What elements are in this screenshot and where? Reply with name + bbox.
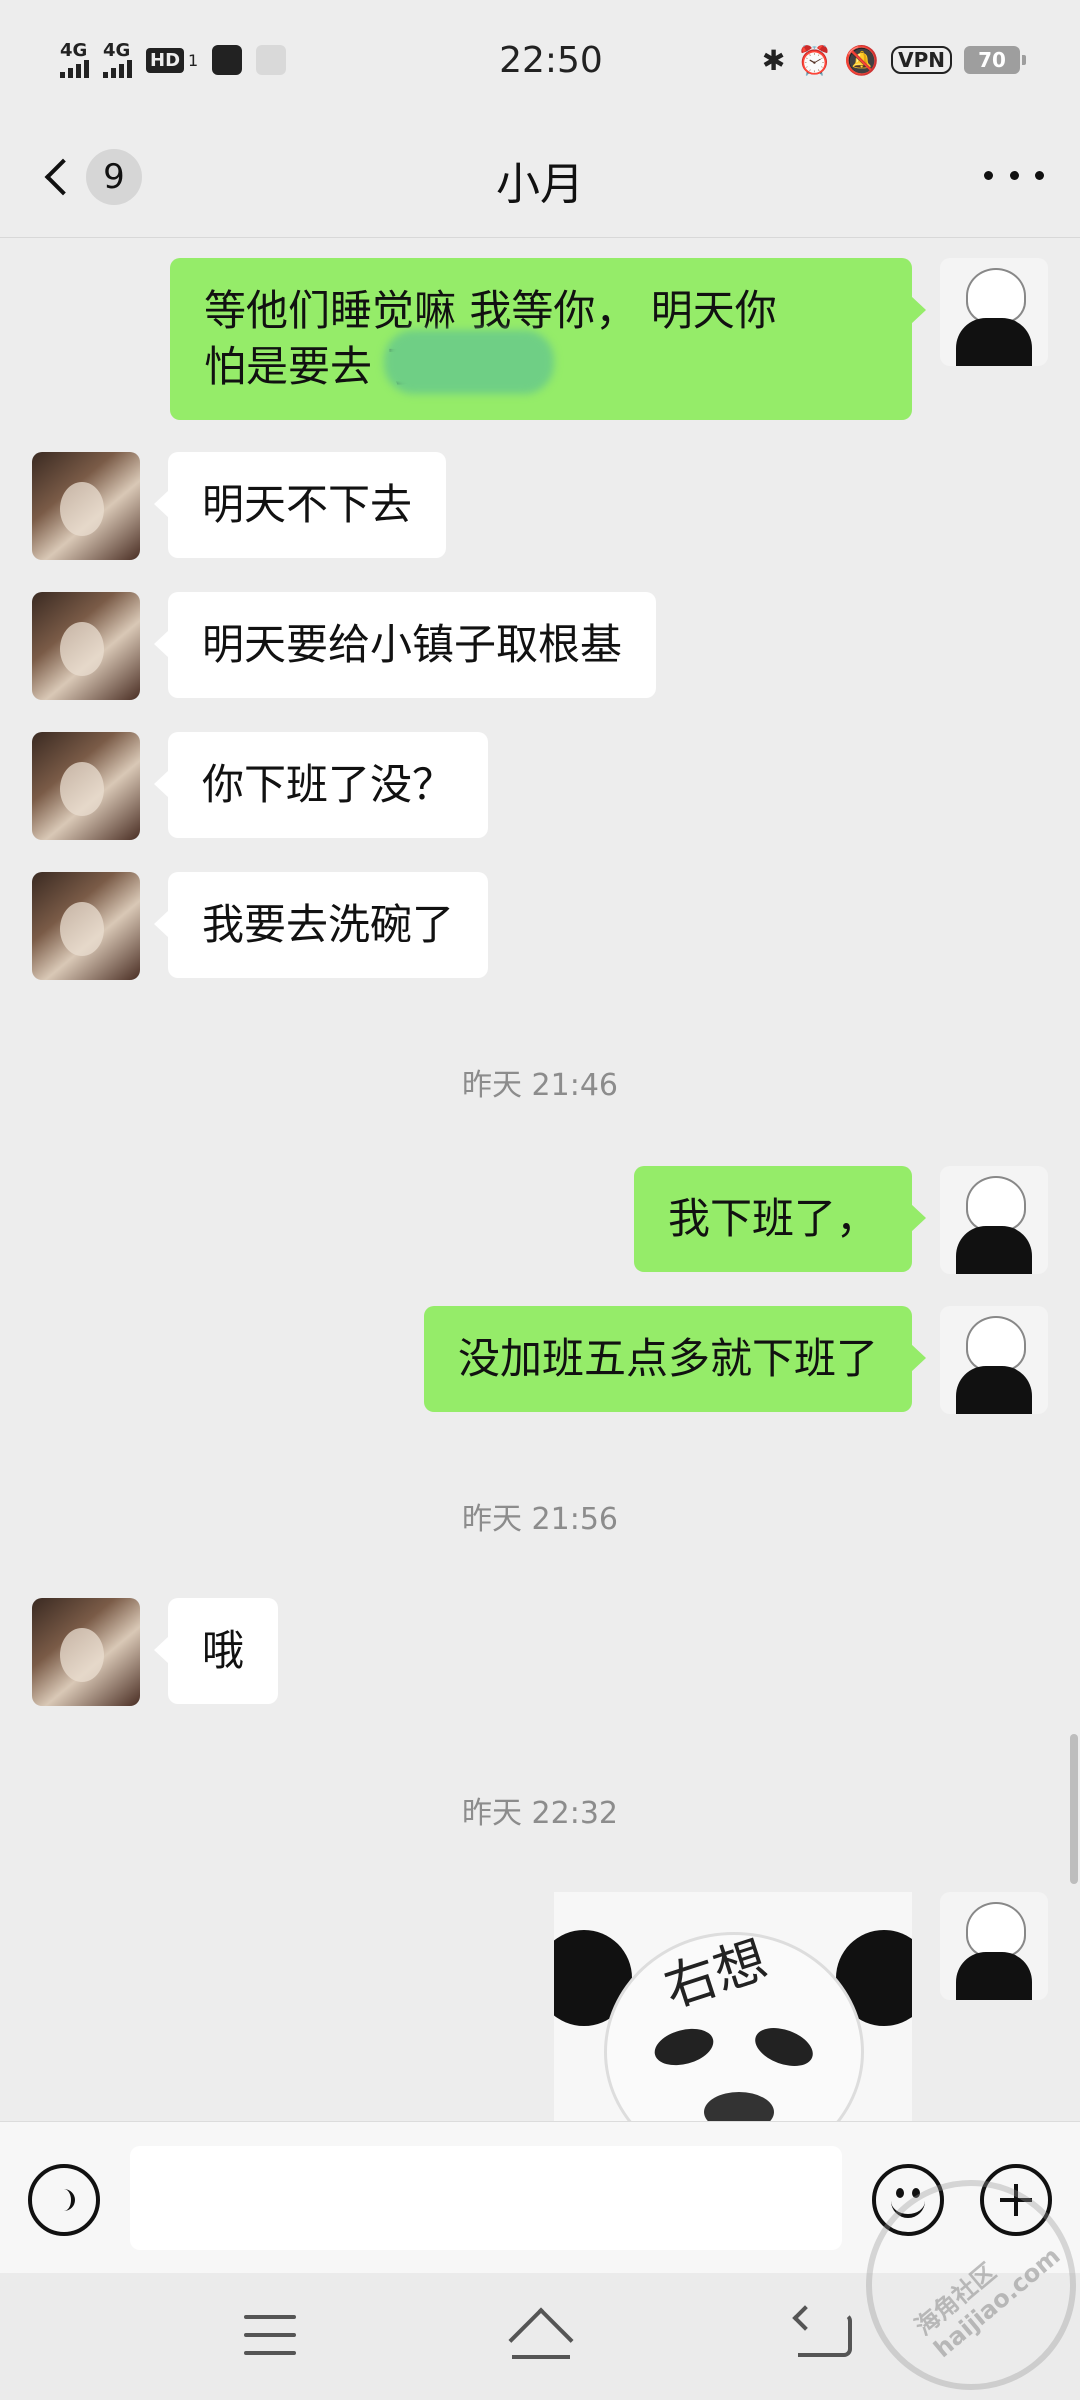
my-avatar[interactable] xyxy=(940,1306,1048,1414)
message-bubble[interactable]: 明天不下去 xyxy=(153,452,447,558)
message-outgoing[interactable]: 等他们睡觉嘛 我等你， 明天你 怕是要去 了 xyxy=(170,258,1048,420)
more-icon xyxy=(984,170,993,180)
message-bubble[interactable]: 哦 xyxy=(153,1598,279,1704)
notification-bag-icon xyxy=(212,45,243,75)
scrollbar[interactable] xyxy=(1070,1734,1078,1884)
sim-index: 1 xyxy=(188,50,199,70)
message-bubble[interactable]: 我下班了， xyxy=(633,1166,927,1272)
home-icon[interactable] xyxy=(506,2307,576,2373)
my-avatar[interactable] xyxy=(940,1166,1048,1274)
timestamp: 昨天 21:56 xyxy=(462,1502,618,1537)
message-outgoing[interactable]: 没加班五点多就下班了 xyxy=(423,1306,1048,1414)
my-avatar[interactable] xyxy=(940,1892,1048,2000)
message-bubble[interactable]: 你下班了没？ xyxy=(153,732,489,838)
panda-sticker[interactable]: 右想 xyxy=(554,1892,912,2121)
message-bubble[interactable]: 等他们睡觉嘛 我等你， 明天你 怕是要去 了 xyxy=(170,258,926,420)
mute-icon: 🔕 xyxy=(844,43,880,77)
timestamp: 昨天 21:46 xyxy=(462,1068,618,1103)
signal-bars-icon xyxy=(103,60,132,78)
signal-4g-1: 4G xyxy=(60,42,89,78)
alarm-icon: ⏰ xyxy=(797,43,833,77)
message-input[interactable] xyxy=(130,2146,842,2250)
message-bubble[interactable]: 明天要给小镇子取根基 xyxy=(153,592,657,698)
network-label-2: 4G xyxy=(103,40,131,61)
contact-avatar[interactable] xyxy=(32,1598,140,1706)
voice-icon xyxy=(53,2189,75,2211)
message-incoming[interactable]: 哦 xyxy=(32,1598,279,1706)
clock: 22:50 xyxy=(499,39,603,81)
status-bar: 4G 4G HD 1 22:50 ✱ ⏰ 🔕 VPN 70 xyxy=(0,0,1080,120)
message-text-line: 等他们睡觉嘛 我等你， 明天你 xyxy=(204,286,777,335)
message-outgoing-sticker[interactable]: 右想 xyxy=(554,1892,1048,2121)
timestamp: 昨天 22:32 xyxy=(462,1796,618,1831)
chat-header: 9 小月 xyxy=(0,120,1080,238)
watermark-text: 海角社区 haijiao.com xyxy=(909,2241,1066,2364)
network-label-1: 4G xyxy=(60,40,88,61)
message-bubble[interactable]: 我要去洗碗了 xyxy=(153,872,489,978)
contact-avatar[interactable] xyxy=(32,452,140,560)
status-bar-left: 4G 4G HD 1 xyxy=(60,42,440,78)
contact-avatar[interactable] xyxy=(32,592,140,700)
signal-bars-icon xyxy=(60,60,89,78)
notification-app-icon xyxy=(256,45,287,75)
message-list[interactable]: 等他们睡觉嘛 我等你， 明天你 怕是要去 了 明天不下去 明天要给小镇子取根基 … xyxy=(0,238,1080,2121)
redaction-blur xyxy=(384,330,554,394)
message-bubble[interactable]: 没加班五点多就下班了 xyxy=(423,1306,927,1412)
more-button[interactable] xyxy=(984,160,1044,190)
signal-4g-2: 4G xyxy=(103,42,132,78)
voice-button[interactable] xyxy=(28,2164,100,2236)
back-nav-icon[interactable] xyxy=(798,2313,852,2357)
hd-icon: HD xyxy=(146,47,185,73)
message-incoming[interactable]: 明天不下去 xyxy=(32,452,447,560)
my-avatar[interactable] xyxy=(940,258,1048,366)
vpn-icon: VPN xyxy=(891,46,952,74)
bluetooth-icon: ✱ xyxy=(761,43,786,77)
message-incoming[interactable]: 我要去洗碗了 xyxy=(32,872,489,980)
status-bar-right: ✱ ⏰ 🔕 VPN 70 xyxy=(761,43,1026,77)
battery-icon: 70 xyxy=(964,46,1026,74)
emoji-icon xyxy=(896,2188,904,2198)
message-outgoing[interactable]: 我下班了， xyxy=(633,1166,1048,1274)
chat-title: 小月 xyxy=(496,159,584,210)
message-incoming[interactable]: 你下班了没？ xyxy=(32,732,489,840)
menu-icon[interactable] xyxy=(244,2315,296,2355)
message-incoming[interactable]: 明天要给小镇子取根基 xyxy=(32,592,657,700)
contact-avatar[interactable] xyxy=(32,732,140,840)
contact-avatar[interactable] xyxy=(32,872,140,980)
